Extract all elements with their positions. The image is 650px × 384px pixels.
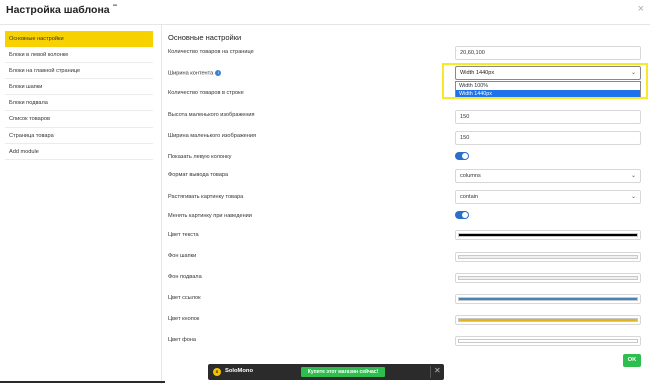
small-image-height-input[interactable]: 150: [455, 110, 641, 124]
label-footer-bg: Фон подвала: [168, 274, 202, 280]
sidebar-item-footer-blocks[interactable]: Блоки подвала: [5, 95, 153, 112]
footer-bg-picker[interactable]: [455, 273, 641, 283]
divider: [0, 24, 650, 25]
stretch-image-select[interactable]: contain ⌄: [455, 190, 641, 204]
page-bg-picker[interactable]: [455, 336, 641, 346]
divider: [430, 366, 431, 378]
label-small-image-width: Ширина маленького изображения: [168, 133, 257, 139]
info-icon[interactable]: i: [215, 70, 222, 76]
label-items-per-page: Количество товаров на странице: [168, 49, 254, 55]
sidebar-item-product-list[interactable]: Список товаров: [5, 111, 153, 128]
label-text-color: Цвет текста: [168, 232, 199, 238]
link-color-swatch: [458, 297, 638, 301]
close-icon[interactable]: ×: [638, 3, 644, 15]
highlight-frame: [442, 63, 648, 99]
header-bg-picker[interactable]: [455, 252, 641, 262]
label-link-color: Цвет ссылок: [168, 295, 201, 301]
swap-on-hover-toggle[interactable]: [455, 211, 469, 219]
solomono-logo-icon: S: [213, 368, 221, 376]
template-settings-modal: Настройка шаблона "" × Основные настройк…: [0, 0, 650, 384]
settings-sidebar: Основные настройки Блоки в левой колонке…: [5, 31, 153, 160]
items-per-page-input[interactable]: 20,60,100: [455, 46, 641, 60]
sidebar-item-header-blocks[interactable]: Блоки шапки: [5, 79, 153, 96]
promo-bar: S SoloMono Купите этот магазин сейчас! ✕: [208, 364, 444, 380]
label-swap-on-hover: Менять картинку при наведении: [168, 213, 252, 219]
text-color-swatch: [458, 233, 638, 237]
text-color-picker[interactable]: [455, 230, 641, 240]
label-button-color: Цвет кнопок: [168, 316, 200, 322]
header-bg-swatch: [458, 255, 638, 259]
link-color-picker[interactable]: [455, 294, 641, 304]
label-header-bg: Фон шапки: [168, 253, 197, 259]
small-image-width-input[interactable]: 150: [455, 131, 641, 145]
label-stretch-image: Растягивать картинку товара: [168, 194, 244, 200]
product-view-format-select[interactable]: columns ⌄: [455, 169, 641, 183]
label-content-width: Ширина контента i: [168, 70, 222, 76]
label-small-image-height: Высота маленького изображения: [168, 112, 255, 118]
chevron-down-icon: ⌄: [630, 194, 636, 200]
footer-bg-swatch: [458, 276, 638, 280]
sidebar-divider: [161, 24, 162, 384]
section-title: Основные настройки: [168, 33, 242, 42]
chevron-down-icon: ⌄: [630, 173, 636, 179]
sidebar-item-main-settings[interactable]: Основные настройки: [5, 31, 153, 48]
label-product-view-format: Формат вывода товара: [168, 172, 229, 178]
close-icon[interactable]: ✕: [434, 366, 441, 375]
sidebar-item-add-module[interactable]: Add module: [5, 144, 153, 160]
button-color-picker[interactable]: [455, 315, 641, 325]
show-left-column-toggle[interactable]: [455, 152, 469, 160]
label-show-left-column: Показать левую колонку: [168, 154, 232, 160]
promo-brand: SoloMono: [225, 368, 254, 374]
sidebar-item-left-column-blocks[interactable]: Блоки в левой колонке: [5, 47, 153, 64]
buy-store-button[interactable]: Купите этот магазин сейчас!: [301, 367, 385, 377]
sidebar-item-product-page[interactable]: Страница товара: [5, 128, 153, 144]
page-bg-swatch: [458, 339, 638, 343]
label-items-per-row: Количество товаров в строке: [168, 90, 244, 96]
ok-button[interactable]: OK: [623, 354, 641, 367]
scrollbar[interactable]: [0, 381, 165, 383]
sidebar-item-home-blocks[interactable]: Блоки на главной странице: [5, 63, 153, 80]
label-page-bg: Цвет фона: [168, 337, 197, 343]
button-color-swatch: [458, 318, 638, 322]
modal-title: Настройка шаблона "": [6, 4, 118, 16]
